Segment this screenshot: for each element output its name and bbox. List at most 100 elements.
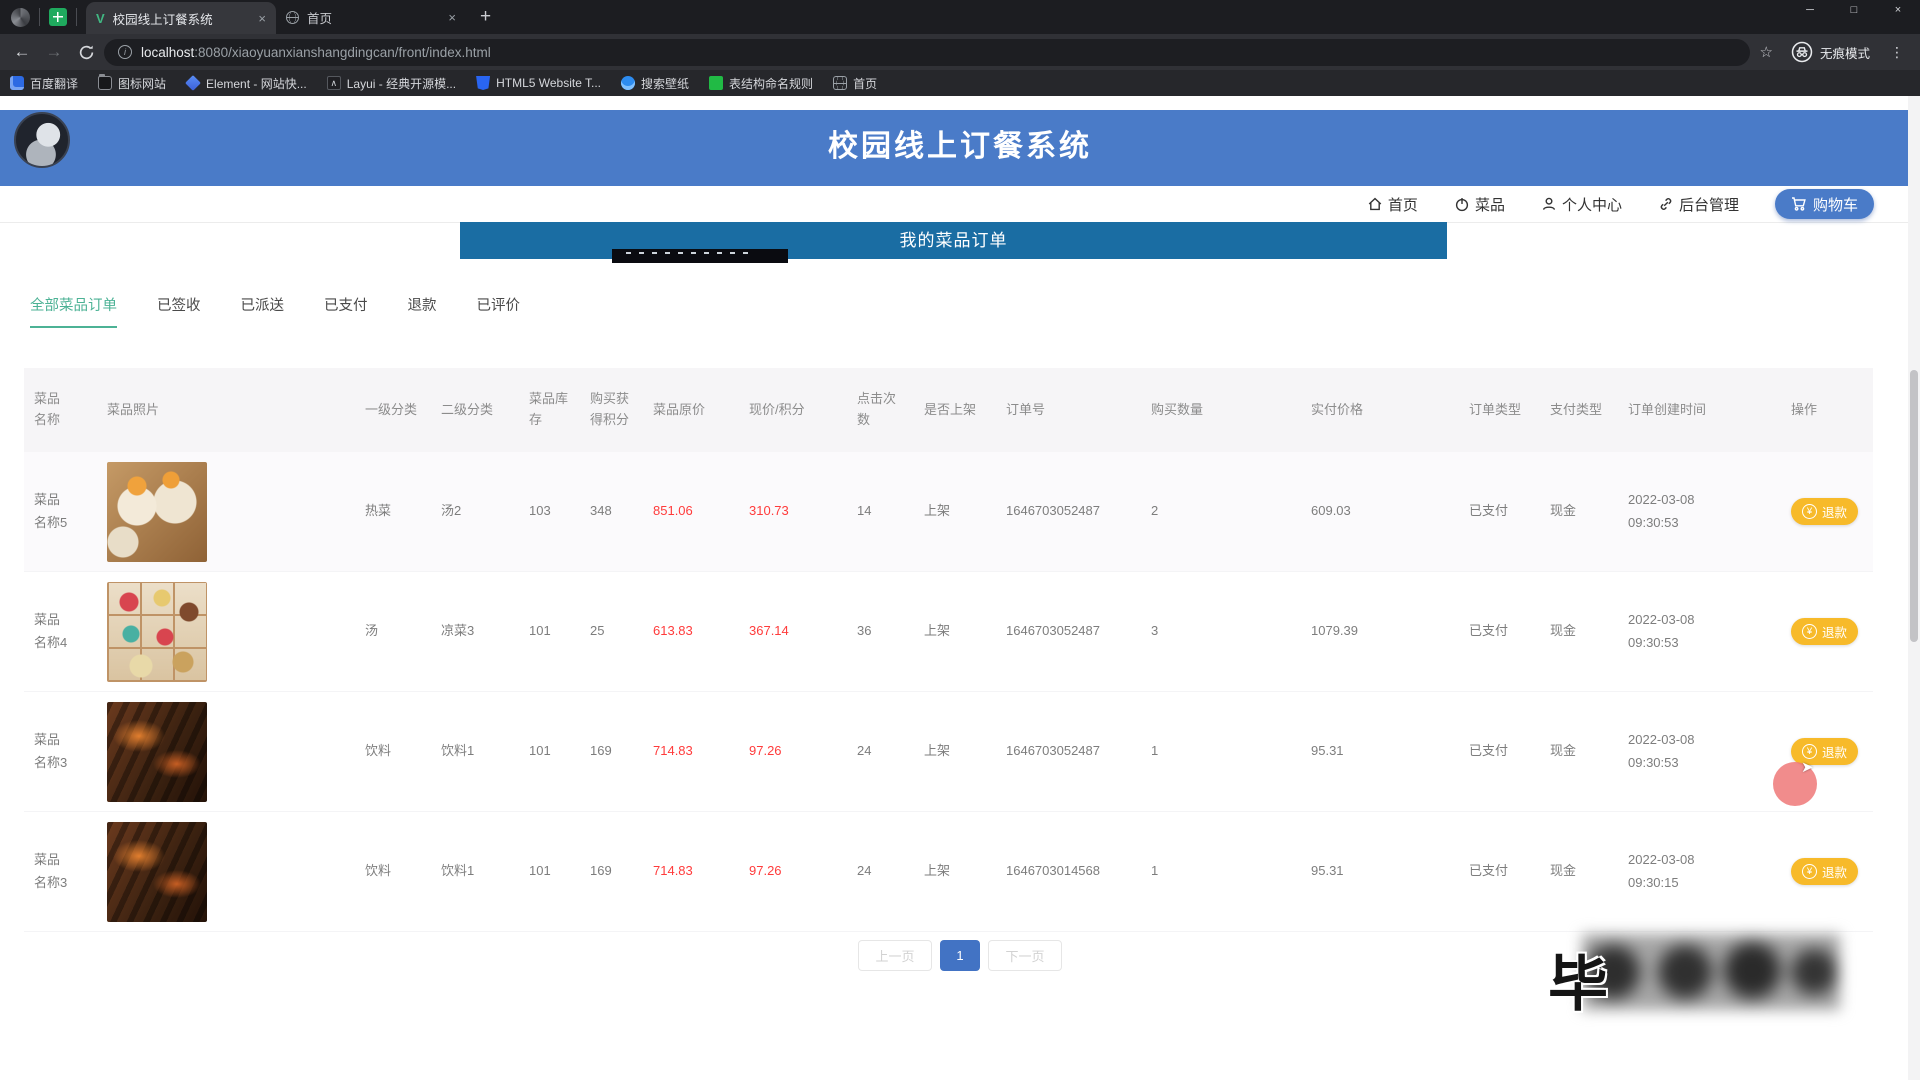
divider <box>76 8 77 26</box>
cell-order_no: 1646703052487 <box>996 620 1141 642</box>
pinned-extension-icon[interactable] <box>49 8 67 26</box>
cell-photo <box>82 822 355 922</box>
cell-pay_type: 现金 <box>1540 620 1618 642</box>
col-header-stock: 菜品库存 <box>519 389 580 431</box>
browser-tab-inactive[interactable]: 首页 × <box>276 0 466 34</box>
cell-cat1: 饮料 <box>355 860 431 882</box>
order-tab-3[interactable]: 已支付 <box>324 294 368 328</box>
bookmark-label: 表结构命名规则 <box>729 75 813 92</box>
refund-button[interactable]: ¥退款 <box>1791 618 1858 645</box>
order-tab-5[interactable]: 已评价 <box>477 294 521 328</box>
col-header-price_orig: 菜品原价 <box>643 400 739 421</box>
bookmark-html5[interactable]: HTML5 Website T... <box>476 76 601 90</box>
cart-label: 购物车 <box>1813 194 1858 215</box>
censored-watermark: 毕 <box>1548 934 1848 1012</box>
refund-label: 退款 <box>1822 862 1847 881</box>
order-tab-0[interactable]: 全部菜品订单 <box>30 294 117 328</box>
cell-points: 169 <box>580 740 643 762</box>
yen-icon: ¥ <box>1802 504 1817 519</box>
cell-points: 169 <box>580 860 643 882</box>
cell-order_type: 已支付 <box>1459 860 1540 882</box>
cell-cat1: 汤 <box>355 620 431 642</box>
minimize-button[interactable]: ─ <box>1788 0 1832 22</box>
address-bar[interactable]: i localhost:8080/xiaoyuanxianshangdingca… <box>104 39 1750 66</box>
cell-paid: 95.31 <box>1301 860 1459 882</box>
cell-cat2: 汤2 <box>431 500 519 522</box>
bookmark-label: 搜索壁纸 <box>641 75 689 92</box>
cell-stock: 101 <box>519 740 580 762</box>
reload-button[interactable] <box>72 44 100 61</box>
bookmark-translate[interactable]: 百度翻译 <box>10 75 78 92</box>
refund-label: 退款 <box>1822 742 1847 761</box>
tab-title: 校园线上订餐系统 <box>113 9 251 28</box>
nav-item-dish[interactable]: 菜品 <box>1454 194 1505 215</box>
bookmark-star-icon[interactable]: ☆ <box>1760 43 1773 61</box>
bookmark-folder[interactable]: 图标网站 <box>98 75 166 92</box>
cell-pay_type: 现金 <box>1540 740 1618 762</box>
bookmark-wallpaper[interactable]: 搜索壁纸 <box>621 75 689 92</box>
nav-item-home[interactable]: 首页 <box>1367 194 1418 215</box>
bookmark-globe[interactable]: 首页 <box>833 75 877 92</box>
forward-button[interactable]: → <box>40 42 68 62</box>
close-window-button[interactable]: × <box>1876 0 1920 22</box>
tab-title: 首页 <box>307 8 440 27</box>
site-logo-avatar[interactable] <box>14 112 70 168</box>
table-row: 菜品名称4汤凉菜310125613.83367.1436上架1646703052… <box>24 572 1873 692</box>
cursor-arrow-icon: ➤ <box>1801 758 1814 776</box>
browser-menu-icon[interactable]: ⋮ <box>1890 44 1904 61</box>
cell-stock: 101 <box>519 860 580 882</box>
cell-cat2: 饮料1 <box>431 740 519 762</box>
cell-order_type: 已支付 <box>1459 740 1540 762</box>
current-page[interactable]: 1 <box>940 940 980 971</box>
col-header-action: 操作 <box>1781 400 1873 421</box>
incognito-badge: 无痕模式 <box>1791 41 1870 63</box>
bookmark-table-rules[interactable]: 表结构命名规则 <box>709 75 813 92</box>
col-header-created: 订单创建时间 <box>1618 400 1781 421</box>
wallpaper-icon <box>621 76 635 90</box>
cell-status: 上架 <box>914 860 996 882</box>
cell-pay_type: 现金 <box>1540 860 1618 882</box>
col-header-price_cur: 现价/积分 <box>739 400 847 421</box>
order-tab-4[interactable]: 退款 <box>408 294 437 328</box>
page-content: 校园线上订餐系统 首页菜品个人中心后台管理 购物车 我的菜品订单 全部菜品订单已… <box>0 96 1920 1080</box>
col-header-paid: 实付价格 <box>1301 400 1459 421</box>
cell-photo <box>82 462 355 562</box>
cell-created: 2022-03-08 09:30:53 <box>1618 729 1781 773</box>
user-icon <box>1541 196 1557 212</box>
dish-photo <box>107 462 207 562</box>
close-tab-icon[interactable]: × <box>258 11 266 26</box>
browser-logo-icon[interactable] <box>11 8 30 27</box>
refund-button[interactable]: ¥ 退款 <box>1791 498 1858 525</box>
cart-button[interactable]: 购物车 <box>1775 189 1874 219</box>
nav-item-admin[interactable]: 后台管理 <box>1658 194 1739 215</box>
cell-status: 上架 <box>914 620 996 642</box>
browser-tab-strip: V 校园线上订餐系统 × 首页 × + ─ □ × <box>0 0 1920 34</box>
section-title: 我的菜品订单 <box>460 222 1447 259</box>
scrollbar-thumb[interactable] <box>1910 370 1918 642</box>
order-tab-1[interactable]: 已签收 <box>157 294 201 328</box>
site-info-icon[interactable]: i <box>118 45 132 59</box>
nav-item-label: 后台管理 <box>1679 194 1739 215</box>
browser-tab-active[interactable]: V 校园线上订餐系统 × <box>86 2 276 34</box>
bookmark-layui[interactable]: ∧Layui - 经典开源模... <box>327 75 456 92</box>
refund-button[interactable]: ¥退款 <box>1791 858 1858 885</box>
nav-item-user[interactable]: 个人中心 <box>1541 194 1622 215</box>
close-tab-icon[interactable]: × <box>448 10 456 25</box>
cell-name: 菜品名称3 <box>24 849 82 893</box>
cell-price_orig: 714.83 <box>643 740 739 762</box>
back-button[interactable]: ← <box>8 42 36 62</box>
col-header-pay_type: 支付类型 <box>1540 400 1618 421</box>
prev-page-button[interactable]: 上一页 <box>858 940 932 971</box>
bookmark-label: Layui - 经典开源模... <box>347 75 456 92</box>
new-tab-button[interactable]: + <box>480 6 491 28</box>
refund-label: 退款 <box>1822 502 1847 521</box>
watermark-visible-char: 毕 <box>1548 936 1608 1023</box>
maximize-button[interactable]: □ <box>1832 0 1876 22</box>
order-tab-2[interactable]: 已派送 <box>241 294 285 328</box>
cell-stock: 101 <box>519 620 580 642</box>
table-row: 菜品名称3饮料饮料1101169714.8397.2624上架164670301… <box>24 812 1873 932</box>
yen-icon: ¥ <box>1802 744 1817 759</box>
folder-icon <box>98 76 112 90</box>
next-page-button[interactable]: 下一页 <box>988 940 1062 971</box>
bookmark-element[interactable]: Element - 网站快... <box>186 75 307 92</box>
